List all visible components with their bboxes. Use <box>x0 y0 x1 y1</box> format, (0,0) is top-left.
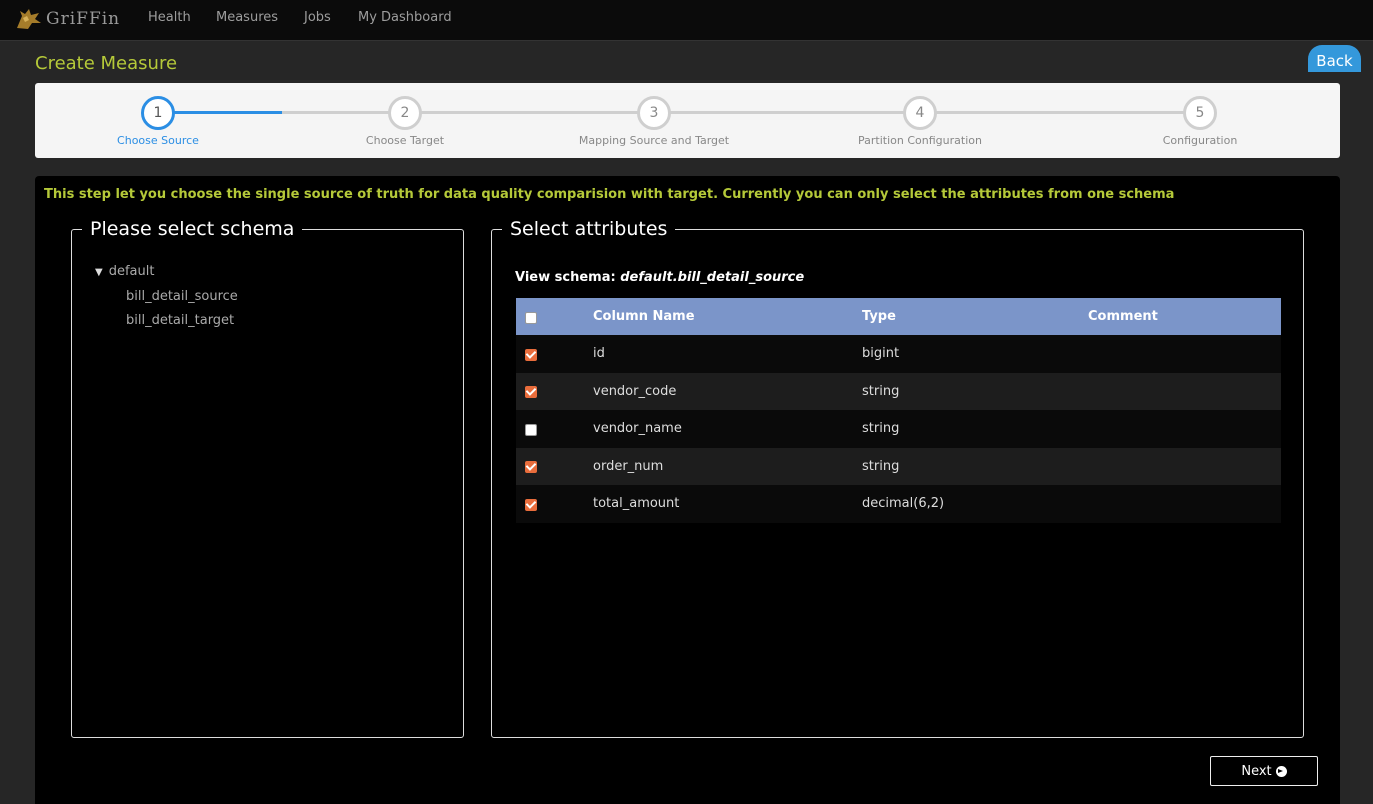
schema-selector-title: Please select schema <box>90 218 295 240</box>
step-3-label: Mapping Source and Target <box>578 134 730 147</box>
comment-cell <box>1088 373 1281 411</box>
attributes-table: Column Name Type Comment id bigint vendo… <box>516 298 1281 523</box>
comment-header[interactable]: Comment <box>1088 298 1281 335</box>
step-4-label: Partition Configuration <box>858 134 982 147</box>
step-connector <box>158 111 282 114</box>
comment-cell <box>1088 448 1281 486</box>
view-schema: View schema: default.bill_detail_source <box>515 270 804 285</box>
step-3-circle[interactable]: 3 <box>637 96 671 130</box>
page-title: Create Measure <box>35 53 178 74</box>
tree-leaf-bill-detail-source[interactable]: bill_detail_source <box>126 289 238 304</box>
nav-jobs[interactable]: Jobs <box>304 10 331 25</box>
type-cell: string <box>862 383 900 399</box>
comment-cell <box>1088 410 1281 448</box>
row-checkbox-cell <box>516 485 593 523</box>
table-row[interactable]: vendor_code string <box>516 372 1281 411</box>
step-5-circle[interactable]: 5 <box>1183 96 1217 130</box>
schema-selector: Please select schema ▼ default bill_detai… <box>71 218 464 738</box>
column-name-cell: id <box>593 346 605 362</box>
nav-measures[interactable]: Measures <box>216 10 278 25</box>
nav-health[interactable]: Health <box>148 10 191 25</box>
attribute-selector-title: Select attributes <box>510 218 668 240</box>
type-cell: string <box>862 421 900 437</box>
back-button[interactable]: Back <box>1308 45 1361 72</box>
row-checkbox[interactable] <box>525 498 537 511</box>
top-navbar: GriFFin Health Measures Jobs My Dashboar… <box>0 0 1373 41</box>
view-schema-value: default.bill_detail_source <box>620 270 805 285</box>
row-checkbox-cell <box>516 335 593 373</box>
type-cell: string <box>862 458 900 474</box>
main-panel: This step let you choose the single sour… <box>35 176 1340 804</box>
type-cell: decimal(6,2) <box>862 496 945 512</box>
caret-down-icon[interactable]: ▼ <box>95 267 103 278</box>
table-header-row: Column Name Type Comment <box>516 298 1281 335</box>
next-button[interactable]: Next <box>1210 756 1318 786</box>
next-button-label: Next <box>1241 763 1272 779</box>
step-connector <box>405 111 655 114</box>
tree-node-label: default <box>108 264 155 279</box>
column-name-cell: order_num <box>593 458 664 474</box>
step-connector <box>920 111 1200 114</box>
row-checkbox[interactable] <box>525 386 537 399</box>
table-row[interactable]: vendor_name string <box>516 410 1281 448</box>
attribute-selector: Select attributes View schema: default.b… <box>491 218 1304 738</box>
step-connector <box>282 111 405 114</box>
step-connector <box>655 111 920 114</box>
row-checkbox-cell <box>516 410 593 448</box>
brand[interactable]: GriFFin <box>14 4 120 34</box>
type-cell: bigint <box>862 346 900 362</box>
comment-cell <box>1088 485 1281 523</box>
step-progress: 1 2 3 4 5 Choose Source Choose Target Ma… <box>35 83 1340 158</box>
row-checkbox-cell <box>516 448 593 486</box>
table-row[interactable]: order_num string <box>516 447 1281 486</box>
column-name-cell: vendor_code <box>593 383 677 399</box>
select-all-cell <box>516 298 593 335</box>
row-checkbox[interactable] <box>525 348 537 361</box>
view-schema-label: View schema: <box>515 270 616 285</box>
step-2-circle[interactable]: 2 <box>388 96 422 130</box>
column-name-cell: total_amount <box>593 496 680 512</box>
table-row[interactable]: id bigint <box>516 335 1281 373</box>
griffin-logo-icon <box>17 9 41 29</box>
step-4-circle[interactable]: 4 <box>903 96 937 130</box>
tree-node-default[interactable]: ▼ default <box>95 264 154 279</box>
select-all-checkbox[interactable] <box>525 311 537 324</box>
nav-my-dashboard[interactable]: My Dashboard <box>358 10 452 25</box>
comment-cell <box>1088 335 1281 373</box>
row-checkbox-cell <box>516 373 593 411</box>
brand-name: GriFFin <box>46 9 121 29</box>
row-checkbox[interactable] <box>525 461 537 474</box>
step-2-label: Choose Target <box>365 134 445 147</box>
tree-leaf-bill-detail-target[interactable]: bill_detail_target <box>126 313 234 328</box>
row-checkbox[interactable] <box>525 423 537 436</box>
table-row[interactable]: total_amount decimal(6,2) <box>516 485 1281 523</box>
arrow-circle-right-icon <box>1275 765 1287 777</box>
step-description: This step let you choose the single sour… <box>44 187 1175 202</box>
column-name-header[interactable]: Column Name <box>593 298 862 335</box>
step-1-circle[interactable]: 1 <box>141 96 175 130</box>
type-header[interactable]: Type <box>862 298 1088 335</box>
step-5-label: Configuration <box>1162 134 1238 147</box>
step-1-label: Choose Source <box>117 134 199 147</box>
column-name-cell: vendor_name <box>593 421 682 437</box>
